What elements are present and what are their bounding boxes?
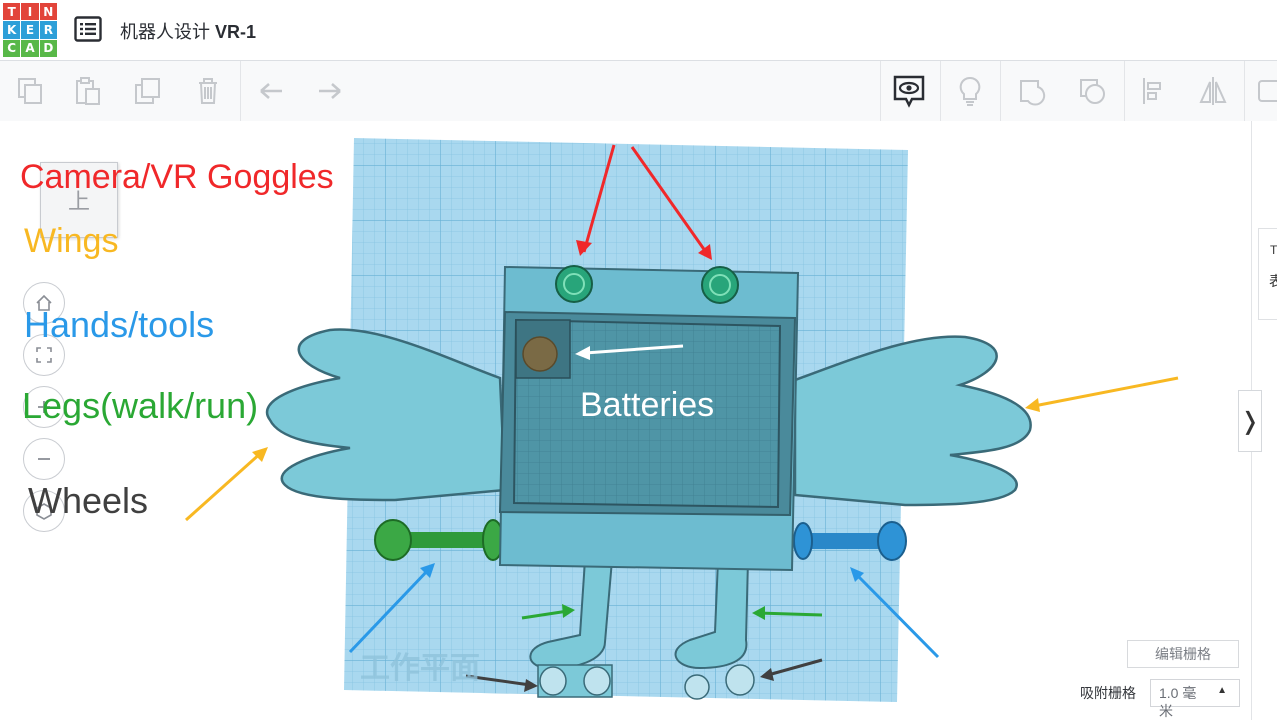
fit-view-icon: [36, 347, 52, 363]
edit-grid-label: 编辑栅格: [1155, 646, 1211, 662]
duplicate-button[interactable]: [128, 71, 168, 111]
panel-collapse-button[interactable]: ❭: [1238, 390, 1262, 452]
toolbar-divider: [240, 61, 241, 121]
toolbar-divider: [1000, 61, 1001, 121]
label-wings: Wings: [24, 222, 119, 260]
logo-letter: D: [39, 39, 57, 57]
logo-letter: R: [39, 21, 57, 39]
shape-ungroup-icon: [1080, 79, 1105, 104]
copy-button[interactable]: [10, 71, 50, 111]
group-button[interactable]: [1012, 71, 1052, 111]
panel-peek-text: 表: [1269, 273, 1277, 289]
toolbar-divider: [1244, 61, 1245, 121]
tinkercad-logo[interactable]: T I N K E R C A D: [3, 3, 57, 57]
logo-letter: E: [21, 21, 39, 39]
snap-grid-select[interactable]: 1.0 毫米 ▲: [1150, 679, 1240, 719]
logo-letter: I: [21, 3, 39, 21]
label-legs: Legs(walk/run): [22, 385, 259, 426]
snap-grid-label: 吸附栅格: [1080, 685, 1136, 701]
shape-panel-peek[interactable]: T 表: [1258, 228, 1277, 320]
label-camera-goggles: Camera/VR Goggles: [20, 158, 334, 196]
undo-button[interactable]: [251, 71, 291, 111]
ungroup-button[interactable]: [1072, 71, 1112, 111]
toolbar-divider: [1124, 61, 1125, 121]
logo-letter: K: [3, 21, 21, 39]
redo-button[interactable]: [310, 71, 350, 111]
workplane-watermark: 工作平面: [360, 652, 480, 685]
right-arm[interactable]: [800, 533, 890, 549]
delete-icon: [199, 78, 217, 104]
snap-grid-value: 1.0 毫米: [1159, 685, 1197, 719]
left-wheels[interactable]: [537, 664, 613, 698]
toolbar-divider: [880, 61, 881, 121]
shape-group-icon: [1020, 80, 1046, 106]
redo-icon: [319, 83, 341, 99]
paste-button[interactable]: [68, 71, 108, 111]
logo-letter: C: [3, 39, 21, 57]
design-title[interactable]: 机器人设计 VR-1: [120, 18, 256, 44]
caret-up-icon: ▲: [1217, 685, 1227, 696]
undo-icon: [260, 83, 282, 99]
panel-peek-text: T: [1270, 243, 1277, 257]
list-icon: [74, 16, 102, 42]
logo-letter: A: [21, 39, 39, 57]
delete-button[interactable]: [188, 71, 228, 111]
label-batteries: Batteries: [580, 386, 715, 424]
align-icon: [1143, 78, 1161, 104]
chevron-right-icon: ❭: [1239, 407, 1261, 435]
align-button[interactable]: [1134, 71, 1174, 111]
zoom-out-icon: [38, 458, 50, 460]
battery[interactable]: [522, 336, 558, 372]
toolbar-divider: [940, 61, 941, 121]
more-tools-button[interactable]: [1256, 71, 1277, 111]
duplicate-icon: [135, 78, 160, 104]
label-wheels: Wheels: [28, 480, 149, 521]
paste-icon: [76, 77, 100, 105]
top-bar: T I N K E R C A D 机器人设计 VR-1: [0, 0, 1277, 61]
design-title-cn: 机器人设计: [120, 22, 210, 42]
mirror-icon: [1199, 77, 1227, 105]
edit-toolbar: [0, 61, 1277, 122]
notes-toggle-button[interactable]: [889, 71, 929, 111]
mirror-button[interactable]: [1193, 71, 1233, 111]
zoom-out-button[interactable]: [23, 438, 65, 480]
copy-icon: [18, 78, 42, 104]
lightbulb-button[interactable]: [950, 71, 990, 111]
notes-toggle-icon: [893, 75, 925, 108]
tool-icon: [1258, 80, 1277, 102]
design-title-code: VR-1: [215, 22, 257, 42]
logo-letter: T: [3, 3, 21, 21]
design-list-button[interactable]: [74, 16, 102, 42]
label-hands-tools: Hands/tools: [24, 304, 215, 345]
lightbulb-icon: [959, 76, 981, 106]
edit-grid-button[interactable]: 编辑栅格: [1127, 640, 1239, 668]
logo-letter: N: [39, 3, 57, 21]
